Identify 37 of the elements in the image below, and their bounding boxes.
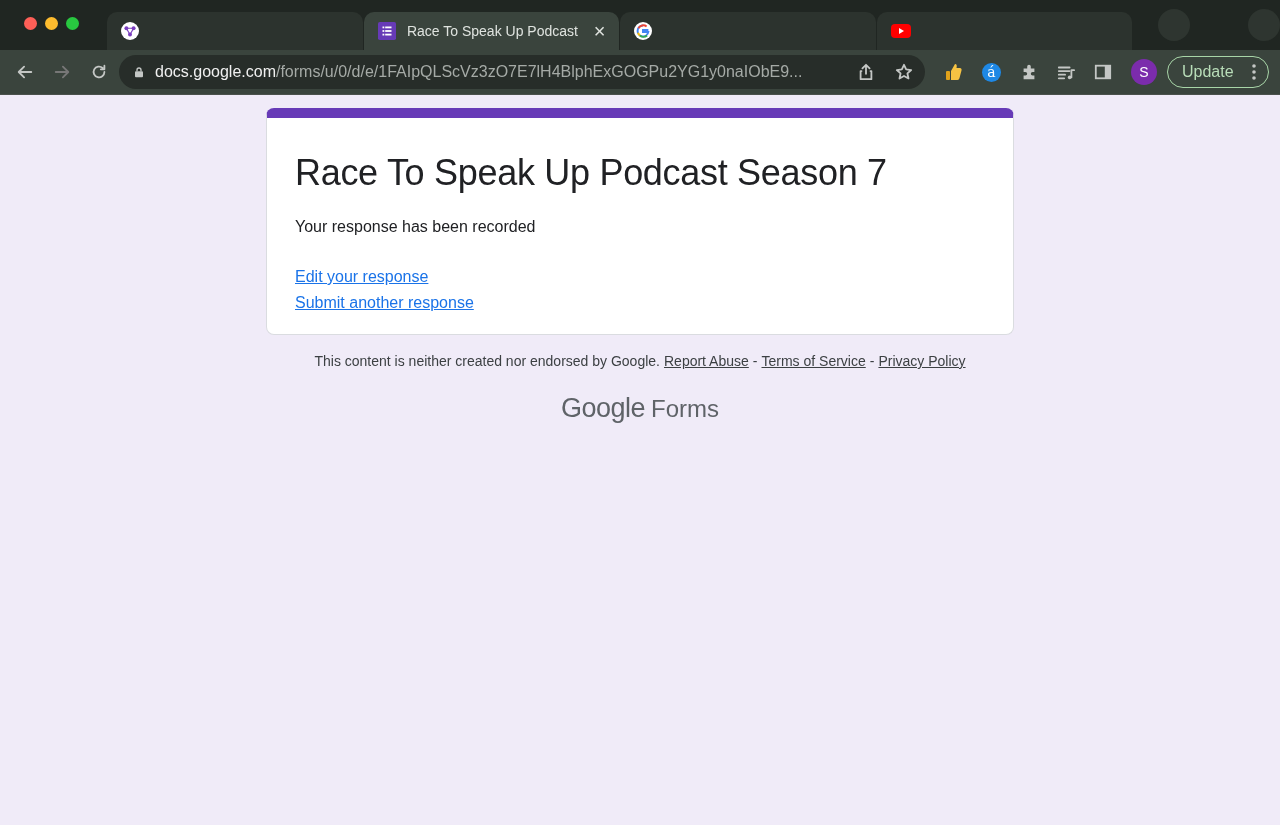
disclaimer-text: This content is neither created nor endorsed by Google. xyxy=(314,353,660,369)
browser-tab[interactable]: Race To Speak Up Podcast × xyxy=(363,12,620,50)
close-tab-button[interactable]: × xyxy=(593,21,606,41)
separator-text: - xyxy=(869,353,875,369)
maximize-window-icon[interactable] xyxy=(66,16,79,30)
share-icon[interactable] xyxy=(857,63,875,81)
footer-link[interactable]: Privacy Policy xyxy=(878,353,966,369)
back-icon[interactable] xyxy=(16,63,34,81)
footer-link[interactable]: Report Abuse xyxy=(664,353,749,369)
close-window-icon[interactable] xyxy=(24,16,37,30)
form-link[interactable]: Submit another response xyxy=(295,294,474,312)
triangle-nodes-icon xyxy=(121,22,140,40)
footer-link[interactable]: Terms of Service xyxy=(761,353,866,369)
browser-tab[interactable] xyxy=(107,12,363,50)
lock-icon xyxy=(133,66,145,78)
minimize-window-icon[interactable] xyxy=(45,16,58,30)
confirmation-message: Your response has been recorded xyxy=(295,218,537,236)
browser-tab[interactable] xyxy=(876,12,1133,50)
google-logo-text: Google xyxy=(560,393,646,424)
star-icon[interactable] xyxy=(895,63,913,81)
url-text: docs.google.com/forms/u/0/d/e/1FAIpQLScVz3zO7E7lH4BlphExGOGPu2YG1y0naIObE9... xyxy=(155,63,804,81)
profile-avatar[interactable]: S xyxy=(1131,59,1157,85)
browser-tab[interactable] xyxy=(620,12,876,50)
reload-icon[interactable] xyxy=(90,63,108,81)
separator-text: - xyxy=(752,353,758,369)
google-g-icon xyxy=(634,22,653,40)
thumbs-up-icon[interactable] xyxy=(943,62,963,82)
tab-title: Race To Speak Up Podcast xyxy=(406,23,579,39)
form-title: Race To Speak Up Podcast Season 7 xyxy=(295,152,888,194)
forms-logo-text: Forms xyxy=(651,395,720,423)
forms-icon xyxy=(377,22,396,40)
address-bar[interactable]: docs.google.com/forms/u/0/d/e/1FAIpQLScVz3zO7E7lH4BlphExGOGPu2YG1y0naIObE9... xyxy=(119,55,925,89)
side-panel-icon[interactable] xyxy=(1094,63,1112,81)
more-icon[interactable] xyxy=(1252,64,1256,80)
play-icon xyxy=(890,24,911,38)
accent-letter-button[interactable]: á xyxy=(982,62,1001,82)
form-link[interactable]: Edit your response xyxy=(295,268,429,286)
